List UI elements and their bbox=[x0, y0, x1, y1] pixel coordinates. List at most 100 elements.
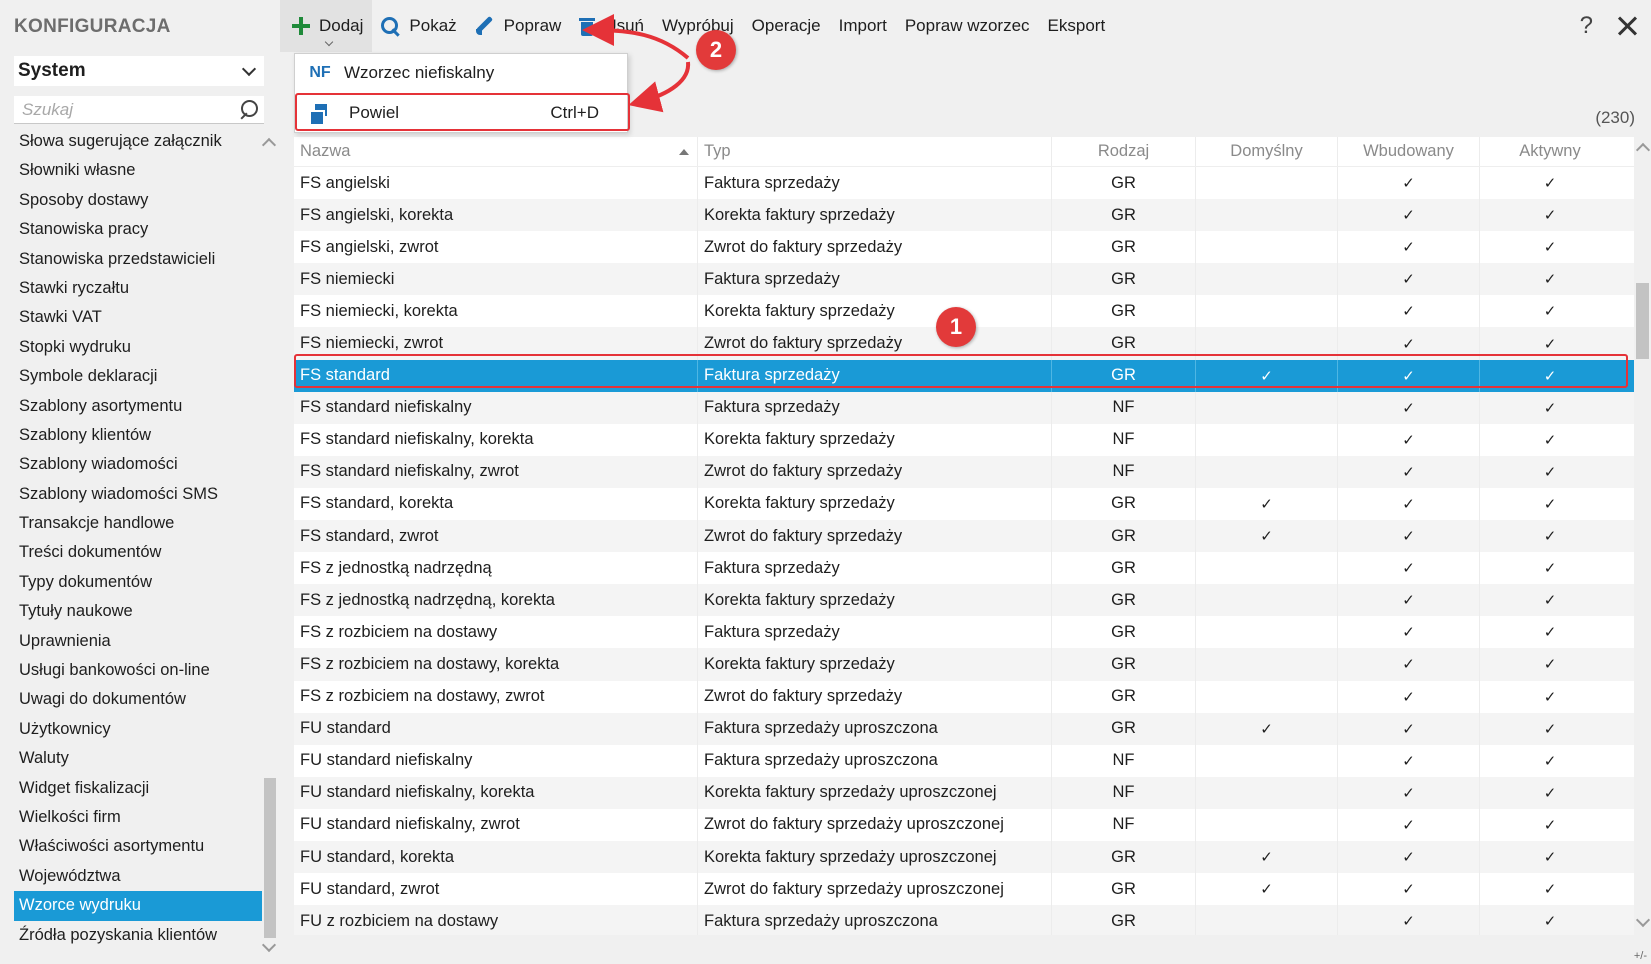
cell-type: Zwrot do faktury sprzedaży bbox=[697, 231, 1051, 264]
sidebar-item[interactable]: Słowniki własne bbox=[14, 156, 262, 185]
sidebar-item[interactable]: Wzorce wydruku bbox=[14, 891, 262, 921]
table-row[interactable]: FS standard niefiskalny, zwrot Zwrot do f… bbox=[294, 455, 1634, 488]
add-button[interactable]: Dodaj bbox=[280, 0, 373, 52]
sidebar-item[interactable]: Szablony asortymentu bbox=[14, 392, 262, 421]
scroll-down-icon[interactable] bbox=[1635, 912, 1651, 928]
table-row[interactable]: FU standard, korekta Korekta faktury sprz… bbox=[294, 840, 1634, 874]
table-row[interactable]: FU standard, zwrot Zwrot do faktury sprze… bbox=[294, 873, 1634, 906]
table-row[interactable]: FS z rozbiciem na dostawy Faktura sprzeda… bbox=[294, 616, 1634, 649]
sidebar-item[interactable]: Właściwości asortymentu bbox=[14, 832, 262, 861]
sidebar-item[interactable]: Stanowiska przedstawicieli bbox=[14, 245, 262, 274]
sidebar-scrollbar[interactable] bbox=[261, 137, 277, 953]
sidebar-item[interactable]: Tytuły naukowe bbox=[14, 597, 262, 626]
edit-button[interactable]: Popraw bbox=[466, 0, 571, 52]
export-button[interactable]: Eksport bbox=[1039, 0, 1115, 52]
cell-type: Korekta faktury sprzedaży bbox=[697, 199, 1051, 232]
scroll-down-icon[interactable] bbox=[261, 937, 277, 953]
checkmark-icon: ✓ bbox=[1543, 528, 1557, 546]
cell-builtin: ✓ bbox=[1337, 423, 1479, 456]
sidebar-item[interactable]: Waluty bbox=[14, 744, 262, 773]
cell-kind: GR bbox=[1051, 199, 1195, 232]
cell-default bbox=[1195, 584, 1337, 617]
cell-name: FS angielski, korekta bbox=[300, 205, 454, 224]
sidebar-item[interactable]: Symbole deklaracji bbox=[14, 362, 262, 391]
table-row[interactable]: FU standard niefiskalny Faktura sprzedaży… bbox=[294, 744, 1634, 777]
sidebar-item[interactable]: Uprawnienia bbox=[14, 627, 262, 656]
close-icon[interactable] bbox=[1617, 16, 1637, 36]
sidebar-item[interactable]: Źródła pozyskania klientów bbox=[14, 921, 262, 950]
sidebar-item[interactable]: Województwa bbox=[14, 862, 262, 891]
cell-default bbox=[1195, 391, 1337, 424]
table-row[interactable]: FS z jednostką nadrzędną, korekta Korekta… bbox=[294, 584, 1634, 617]
sidebar-item[interactable]: Słowa sugerujące załącznik bbox=[14, 127, 262, 156]
grid-scrollbar[interactable] bbox=[1634, 137, 1651, 935]
sidebar-item[interactable]: Sposoby dostawy bbox=[14, 186, 262, 215]
sidebar-item[interactable]: Treści dokumentów bbox=[14, 538, 262, 567]
table-row[interactable]: FS z jednostką nadrzędną Faktura sprzedaż… bbox=[294, 552, 1634, 585]
scroll-up-icon[interactable] bbox=[1635, 142, 1651, 158]
table-row[interactable]: FU standard niefiskalny, zwrot Zwrot do f… bbox=[294, 808, 1634, 841]
cell-type: Faktura sprzedaży bbox=[697, 552, 1051, 585]
table-row[interactable]: FS angielski, zwrot Zwrot do faktury sprz… bbox=[294, 231, 1634, 264]
column-header-name[interactable]: Nazwa bbox=[294, 137, 697, 166]
table-row[interactable]: FU standard Faktura sprzedaży uproszczona… bbox=[294, 712, 1634, 745]
show-button[interactable]: Pokaż bbox=[372, 0, 465, 52]
sidebar-item[interactable]: Stopki wydruku bbox=[14, 333, 262, 362]
sidebar-item[interactable]: Transakcje handlowe bbox=[14, 509, 262, 538]
table-row[interactable]: FS z rozbiciem na dostawy, korekta Korekt… bbox=[294, 648, 1634, 681]
checkmark-icon: ✓ bbox=[1543, 624, 1557, 642]
sidebar-item[interactable]: Widget fiskalizacji bbox=[14, 774, 262, 803]
sidebar-item[interactable]: Typy dokumentów bbox=[14, 568, 262, 597]
column-header-active[interactable]: Aktywny bbox=[1479, 137, 1620, 166]
sidebar-item[interactable]: Usługi bankowości on-line bbox=[14, 656, 262, 685]
column-header-type[interactable]: Typ bbox=[697, 137, 1051, 166]
cell-type: Faktura sprzedaży uproszczona bbox=[697, 712, 1051, 745]
cell-builtin: ✓ bbox=[1337, 520, 1479, 553]
sidebar-item[interactable]: Szablony wiadomości SMS bbox=[14, 480, 262, 509]
sidebar-item[interactable]: Wielkości firm bbox=[14, 803, 262, 832]
checkmark-icon: ✓ bbox=[1543, 688, 1557, 706]
sidebar-item[interactable]: Użytkownicy bbox=[14, 715, 262, 744]
cell-kind: NF bbox=[1051, 455, 1195, 488]
sidebar-scroll-thumb[interactable] bbox=[264, 778, 276, 938]
sidebar-item[interactable]: Stawki ryczałtu bbox=[14, 274, 262, 303]
table-row[interactable]: FS standard niefiskalny, korekta Korekta … bbox=[294, 423, 1634, 456]
table-row[interactable]: FS standard, korekta Korekta faktury sprz… bbox=[294, 487, 1634, 521]
search-input[interactable] bbox=[22, 99, 222, 120]
menu-item-duplicate[interactable]: Powiel Ctrl+D bbox=[295, 94, 627, 132]
table-row[interactable]: FS standard, zwrot Zwrot do faktury sprze… bbox=[294, 520, 1634, 553]
cell-name: FU standard, zwrot bbox=[300, 879, 440, 898]
sidebar-item[interactable]: Uwagi do dokumentów bbox=[14, 685, 262, 714]
table-row[interactable]: FS niemiecki Faktura sprzedaży GR ✓ ✓ bbox=[294, 263, 1634, 296]
column-header-kind[interactable]: Rodzaj bbox=[1051, 137, 1195, 166]
table-row[interactable]: FU z rozbiciem na dostawy Faktura sprzeda… bbox=[294, 905, 1634, 935]
table-row[interactable]: FS angielski, korekta Korekta faktury spr… bbox=[294, 199, 1634, 232]
table-row[interactable]: FS standard niefiskalny Faktura sprzedaży… bbox=[294, 391, 1634, 424]
column-header-builtin[interactable]: Wbudowany bbox=[1337, 137, 1479, 166]
help-button[interactable]: ? bbox=[1580, 12, 1593, 40]
sidebar-item[interactable]: Szablony wiadomości bbox=[14, 450, 262, 479]
window-controls: ? bbox=[1580, 0, 1637, 52]
table-row[interactable]: FS z rozbiciem na dostawy, zwrot Zwrot do… bbox=[294, 680, 1634, 713]
table-row[interactable]: FS standard Faktura sprzedaży GR ✓ ✓ ✓ bbox=[294, 359, 1634, 392]
menu-item-nonfiscal-template[interactable]: NF Wzorzec niefiskalny bbox=[295, 54, 627, 92]
cell-kind: GR bbox=[1051, 487, 1195, 521]
table-row[interactable]: FU standard niefiskalny, korekta Korekta … bbox=[294, 776, 1634, 809]
import-button[interactable]: Import bbox=[830, 0, 896, 52]
edit-template-button[interactable]: Popraw wzorzec bbox=[896, 0, 1039, 52]
column-header-default[interactable]: Domyślny bbox=[1195, 137, 1337, 166]
sidebar-item[interactable]: Stanowiska pracy bbox=[14, 215, 262, 244]
delete-button[interactable]: Usuń bbox=[570, 0, 653, 52]
module-select[interactable]: System bbox=[14, 56, 264, 86]
cell-kind: GR bbox=[1051, 840, 1195, 874]
scroll-up-icon[interactable] bbox=[261, 137, 277, 153]
cell-kind: GR bbox=[1051, 680, 1195, 713]
grid-scroll-thumb[interactable] bbox=[1636, 283, 1649, 359]
sidebar-item[interactable]: Szablony klientów bbox=[14, 421, 262, 450]
sidebar-item[interactable]: Stawki VAT bbox=[14, 303, 262, 332]
cell-type: Faktura sprzedaży bbox=[697, 391, 1051, 424]
search-icon[interactable] bbox=[238, 99, 258, 120]
table-row[interactable]: FS angielski Faktura sprzedaży GR ✓ ✓ bbox=[294, 167, 1634, 200]
cell-type: Zwrot do faktury sprzedaży bbox=[697, 680, 1051, 713]
operations-button[interactable]: Operacje bbox=[743, 0, 830, 52]
